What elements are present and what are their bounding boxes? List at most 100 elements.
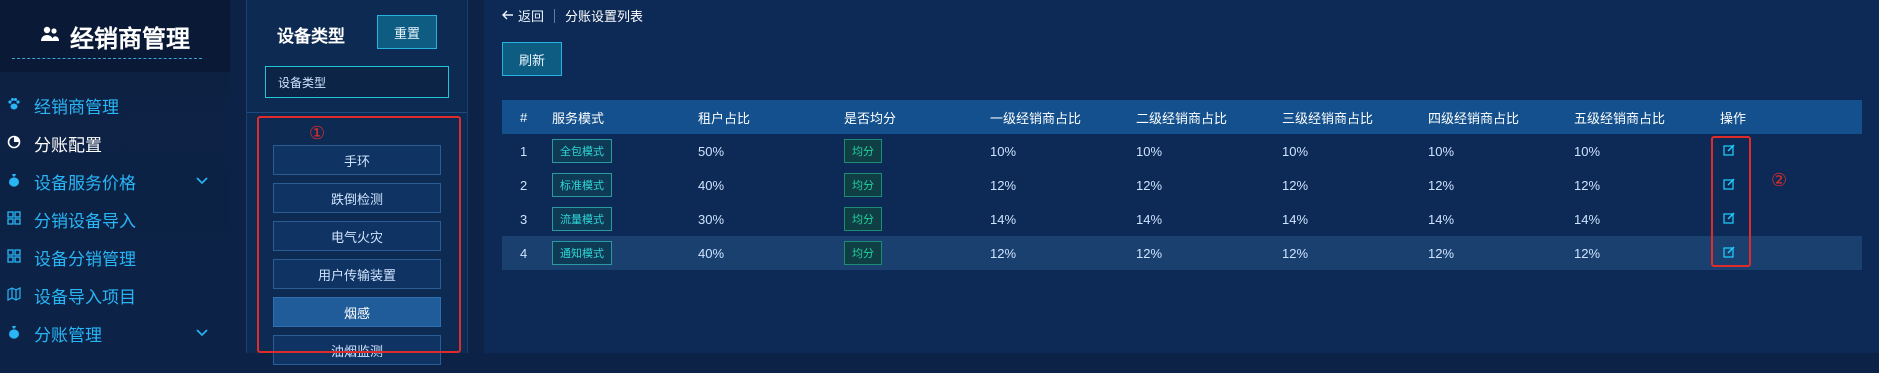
table-row: 4 通知模式 40% 均分 12% 12% 12% 12% 12% xyxy=(502,236,1862,270)
money-bag-icon xyxy=(6,173,22,190)
cell-id: 2 xyxy=(520,177,528,193)
cell-l1: 14% xyxy=(990,211,1017,227)
panel-divider xyxy=(247,112,467,113)
device-type-list: 手环 跌倒检测 电气火灾 用户传输装置 烟感 油烟监测 xyxy=(273,145,441,373)
column-header: # xyxy=(520,109,528,125)
device-type-input[interactable]: 设备类型 xyxy=(265,66,449,98)
sidebar-item-device-distribution-management[interactable]: 设备分销管理 xyxy=(0,238,230,276)
back-link[interactable]: 返回 xyxy=(502,6,544,25)
cell-l2: 10% xyxy=(1136,143,1163,159)
cell-l1: 12% xyxy=(990,245,1017,261)
brand: 经销商管理 xyxy=(0,0,230,72)
table-row: 2 标准模式 40% 均分 12% 12% 12% 12% 12% xyxy=(502,168,1862,202)
sidebar-item-label: 分账配置 xyxy=(34,135,102,155)
cell-l5: 10% xyxy=(1574,143,1601,159)
column-header: 是否均分 xyxy=(844,110,897,126)
reset-button[interactable]: 重置 xyxy=(377,15,437,49)
cell-id: 3 xyxy=(520,211,528,227)
edit-icon[interactable] xyxy=(1722,177,1736,191)
cell-l3: 12% xyxy=(1282,245,1309,261)
column-header: 租户占比 xyxy=(698,110,751,126)
sidebar-item-split-config[interactable]: 分账配置 xyxy=(0,124,230,162)
cell-l5: 14% xyxy=(1574,211,1601,227)
sidebar-item-label: 分账管理 xyxy=(34,325,102,345)
mode-tag: 流量模式 xyxy=(552,207,612,231)
cell-l4: 14% xyxy=(1428,211,1455,227)
edit-icon[interactable] xyxy=(1722,211,1736,225)
sidebar-item-label: 经销商管理 xyxy=(34,97,119,117)
sidebar-item-label: 设备服务价格 xyxy=(34,173,136,193)
device-type-title: 设备类型 xyxy=(277,27,345,46)
device-type-item[interactable]: 手环 xyxy=(273,145,441,175)
breadcrumb-separator xyxy=(554,8,556,23)
users-icon xyxy=(40,25,60,48)
cell-l4: 12% xyxy=(1428,245,1455,261)
sidebar-item-label: 设备导入项目 xyxy=(34,287,136,307)
cell-tenant: 40% xyxy=(698,177,725,193)
device-type-item[interactable]: 电气火灾 xyxy=(273,221,441,251)
cell-l5: 12% xyxy=(1574,177,1601,193)
table-header: # 服务模式 租户占比 是否均分 一级经销商占比 二级经销商占比 三级经销商占比… xyxy=(502,100,1862,134)
column-header: 二级经销商占比 xyxy=(1136,110,1228,126)
arrow-left-icon xyxy=(502,8,514,23)
column-header: 一级经销商占比 xyxy=(990,110,1082,126)
table-row: 3 流量模式 30% 均分 14% 14% 14% 14% 14% xyxy=(502,202,1862,236)
page-title: 分账设置列表 xyxy=(565,9,644,24)
column-header: 服务模式 xyxy=(552,110,605,126)
sidebar: 经销商管理 经销商管理 分账配置 设备服务价格 分销设备导入 设备分销管理 设备… xyxy=(0,0,230,353)
grid-icon xyxy=(6,248,22,266)
even-tag: 均分 xyxy=(844,207,882,231)
cell-l4: 10% xyxy=(1428,143,1455,159)
paw-icon xyxy=(6,97,22,114)
cell-id: 4 xyxy=(520,245,528,261)
column-header: 四级经销商占比 xyxy=(1428,110,1520,126)
column-header: 操作 xyxy=(1720,110,1747,126)
column-header: 三级经销商占比 xyxy=(1282,110,1374,126)
even-tag: 均分 xyxy=(844,139,882,163)
sidebar-item-split-management[interactable]: 分账管理 xyxy=(0,314,230,352)
annotation-label: ② xyxy=(1771,170,1788,190)
cell-l3: 12% xyxy=(1282,177,1309,193)
device-type-panel: 设备类型 重置 设备类型 手环 跌倒检测 电气火灾 用户传输装置 烟感 油烟监测… xyxy=(246,0,468,365)
column-header: 五级经销商占比 xyxy=(1574,110,1666,126)
cell-l1: 12% xyxy=(990,177,1017,193)
mode-tag: 全包模式 xyxy=(552,139,612,163)
sidebar-item-device-import-project[interactable]: 设备导入项目 xyxy=(0,276,230,314)
chevron-down-icon[interactable] xyxy=(196,326,208,340)
cell-l2: 12% xyxy=(1136,245,1163,261)
sidebar-item-distribution-device-import[interactable]: 分销设备导入 xyxy=(0,200,230,238)
cell-tenant: 40% xyxy=(698,245,725,261)
breadcrumb: 返回 分账设置列表 xyxy=(502,6,643,25)
cell-l3: 14% xyxy=(1282,211,1309,227)
money-bag-icon xyxy=(6,325,22,342)
pie-icon xyxy=(6,135,22,152)
device-type-item[interactable]: 跌倒检测 xyxy=(273,183,441,213)
cell-l2: 14% xyxy=(1136,211,1163,227)
cell-id: 1 xyxy=(520,143,528,159)
main-content: 返回 分账设置列表 刷新 # 服务模式 租户占比 是否均分 一级经销商占比 二级… xyxy=(484,0,1879,353)
annotation-label: ① xyxy=(309,123,326,143)
even-tag: 均分 xyxy=(844,241,882,265)
cell-l1: 10% xyxy=(990,143,1017,159)
edit-icon[interactable] xyxy=(1722,245,1736,259)
mode-tag: 标准模式 xyxy=(552,173,612,197)
device-type-item-selected[interactable]: 烟感 xyxy=(273,297,441,327)
cell-l4: 12% xyxy=(1428,177,1455,193)
back-label: 返回 xyxy=(518,9,545,24)
device-type-item[interactable]: 用户传输装置 xyxy=(273,259,441,289)
edit-icon[interactable] xyxy=(1722,143,1736,157)
cell-l5: 12% xyxy=(1574,245,1601,261)
sidebar-menu: 经销商管理 分账配置 设备服务价格 分销设备导入 设备分销管理 设备导入项目 分… xyxy=(0,86,230,352)
sidebar-item-device-service-price[interactable]: 设备服务价格 xyxy=(0,162,230,200)
chevron-down-icon[interactable] xyxy=(196,174,208,188)
device-type-item[interactable]: 油烟监测 xyxy=(273,335,441,365)
brand-divider xyxy=(12,58,202,59)
sidebar-item-distributor-management[interactable]: 经销商管理 xyxy=(0,86,230,124)
map-icon xyxy=(6,286,22,304)
sidebar-item-label: 设备分销管理 xyxy=(34,249,136,269)
cell-l3: 10% xyxy=(1282,143,1309,159)
mode-tag: 通知模式 xyxy=(552,241,612,265)
refresh-button[interactable]: 刷新 xyxy=(502,42,562,76)
table-row: 1 全包模式 50% 均分 10% 10% 10% 10% 10% xyxy=(502,134,1862,168)
even-tag: 均分 xyxy=(844,173,882,197)
